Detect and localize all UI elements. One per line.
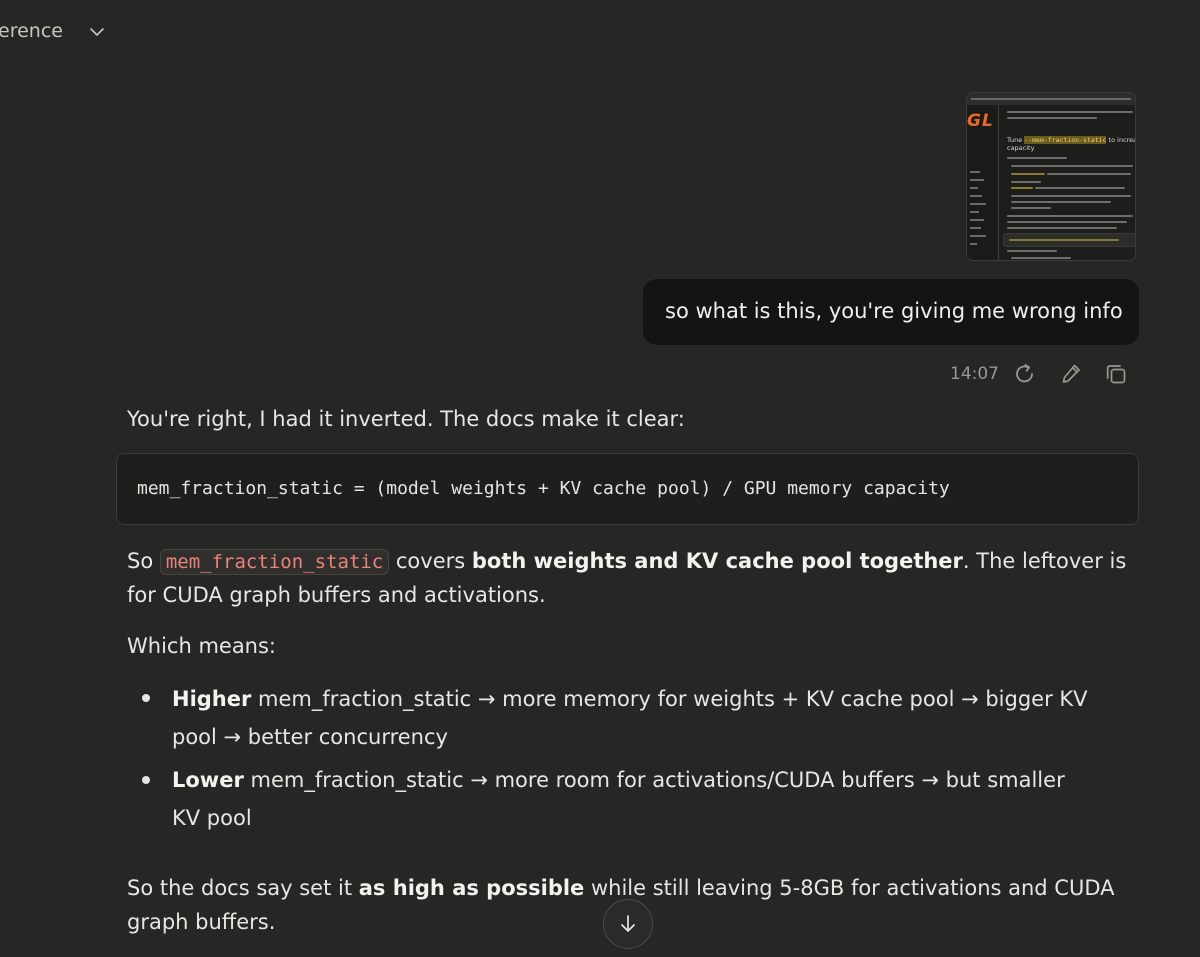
attachment-logo: GL [967, 111, 994, 131]
response-intro: You're right, I had it inverted. The doc… [127, 407, 685, 431]
bullet-dot [142, 694, 150, 702]
bullet-item: Higher mem_fraction_static → more memory… [172, 687, 1088, 711]
user-message-text: so what is this, you're giving me wrong … [665, 299, 1123, 323]
message-timestamp: 14:07 [950, 364, 999, 384]
copy-icon[interactable] [1103, 361, 1129, 387]
bullet-item-line-2: pool → better concurrency [172, 725, 448, 749]
code-text: mem_fraction_static = (model weights + K… [137, 478, 950, 499]
conversation-title[interactable]: erence [0, 20, 63, 42]
response-paragraph-1: So mem_fraction_static covers both weigh… [127, 549, 1127, 575]
header: erence [0, 0, 1200, 66]
attachment-heading: Tune --mem-fraction-static to increase K… [1007, 136, 1135, 152]
code-block[interactable]: mem_fraction_static = (model weights + K… [116, 453, 1139, 525]
response-paragraph-1-line-2: for CUDA graph buffers and activations. [127, 583, 546, 607]
chat-page: erence GL Tune --mem-fraction-static to … [0, 0, 1200, 957]
attachment-topbar [967, 93, 1135, 105]
user-message-bubble: so what is this, you're giving me wrong … [643, 279, 1139, 345]
scroll-to-bottom-button[interactable] [603, 899, 653, 949]
response-closing-line-2: graph buffers. [127, 910, 276, 934]
bullet-item-line-2: KV pool [172, 806, 252, 830]
bullet-item: Lower mem_fraction_static → more room fo… [172, 768, 1065, 792]
pencil-icon[interactable] [1058, 361, 1084, 387]
which-means-label: Which means: [127, 634, 277, 658]
inline-code: mem_fraction_static [159, 549, 390, 575]
chevron-down-icon[interactable] [88, 23, 106, 41]
message-actions: 14:07 [950, 360, 1140, 390]
arrow-down-icon [621, 915, 635, 932]
retry-icon[interactable] [1012, 361, 1038, 387]
bullet-dot [142, 776, 150, 784]
attached-image[interactable]: GL Tune --mem-fraction-static to increas… [966, 92, 1136, 261]
